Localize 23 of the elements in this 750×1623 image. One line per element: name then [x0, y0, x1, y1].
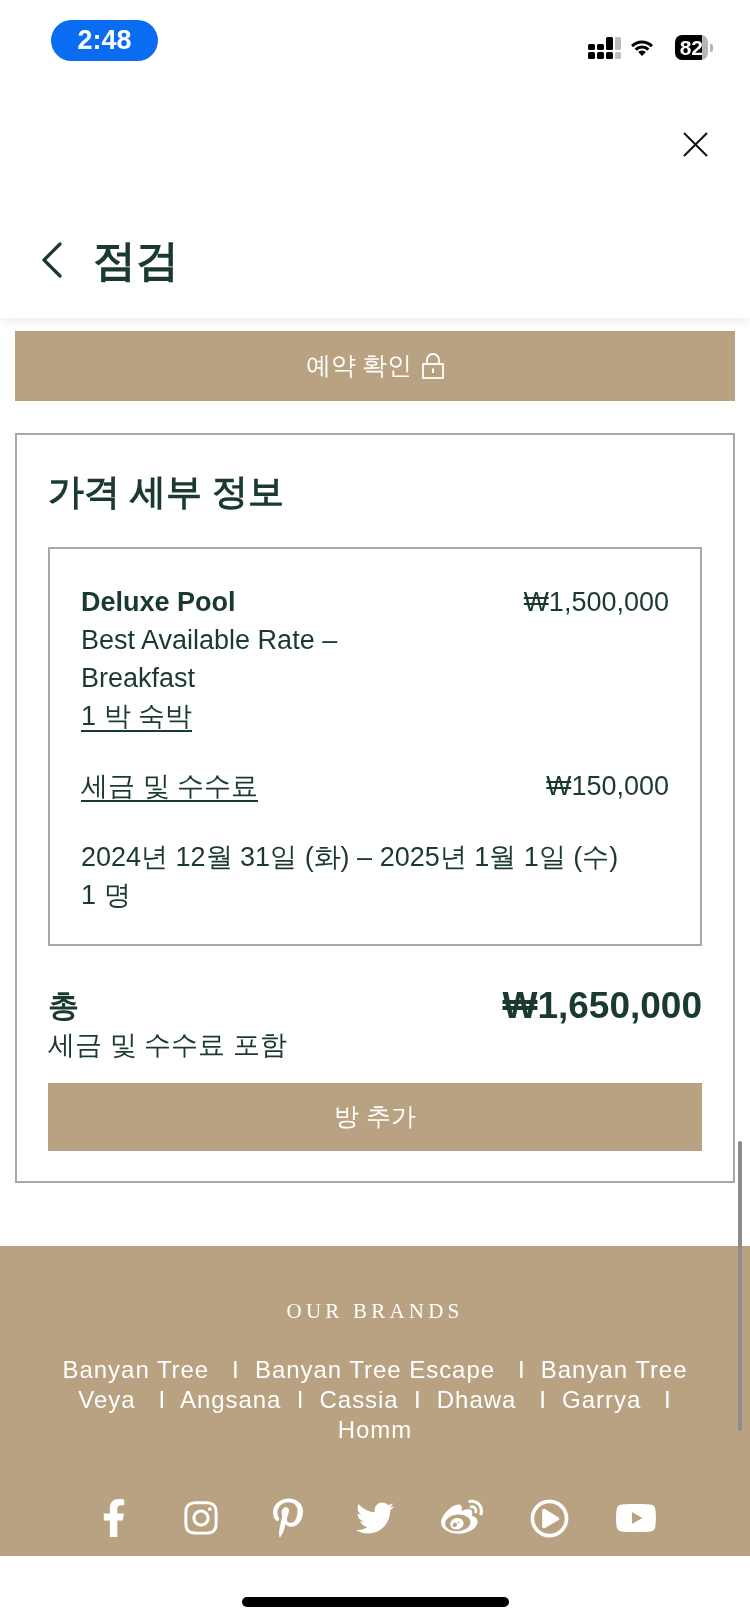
brands-heading: OUR BRANDS [286, 1298, 464, 1324]
signal-icon [587, 36, 621, 59]
room-price: ₩1,500,000 [523, 586, 669, 619]
instagram-icon[interactable] [182, 1499, 220, 1537]
stay-length-link[interactable]: 1 박 숙박 [81, 697, 193, 735]
back-icon[interactable] [41, 242, 62, 278]
lock-icon [422, 353, 445, 379]
status-time: 2:48 [51, 20, 158, 61]
guest-count: 1 명 [81, 879, 131, 912]
brand-list: Banyan Tree I Banyan Tree Escape I Banyan Tree Veya I Angsana I Cassia I Dhawa I Garrya I Homm [55, 1355, 695, 1445]
taxes-fees-link[interactable]: 세금 및 수수료 [81, 767, 258, 805]
battery-indicator: 82 [674, 35, 713, 60]
taxes-amount: ₩150,000 [545, 770, 669, 803]
section-title: 가격 세부 정보 [48, 470, 284, 514]
page-title: 점검 [93, 235, 179, 286]
total-amount: ₩1,650,000 [502, 986, 702, 1026]
rate-name: Best Available Rate – Breakfast [81, 624, 339, 695]
room-name: Deluxe Pool [81, 586, 236, 619]
total-label: 총 [48, 987, 79, 1025]
stay-dates: 2024년 12월 31일 (화) – 2025년 1월 1일 (수) [81, 841, 619, 874]
close-icon[interactable] [682, 131, 708, 157]
total-note: 세금 및 수수료 포함 [48, 1029, 287, 1062]
wifi-icon [630, 39, 653, 56]
